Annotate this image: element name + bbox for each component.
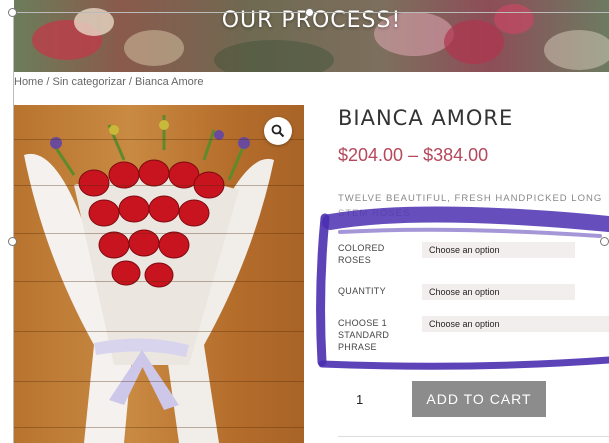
resize-handle-middle-right[interactable]	[600, 237, 609, 246]
resize-handle-top-center[interactable]	[305, 8, 314, 17]
add-to-cart-button[interactable]: ADD TO CART	[412, 381, 546, 417]
selection-border-left	[13, 12, 14, 443]
divider	[338, 436, 609, 437]
annotation-highlight	[316, 206, 609, 370]
resize-handle-top-left[interactable]	[8, 8, 17, 17]
quantity-input[interactable]: 1	[338, 384, 400, 416]
resize-handle-middle-left[interactable]	[8, 237, 17, 246]
